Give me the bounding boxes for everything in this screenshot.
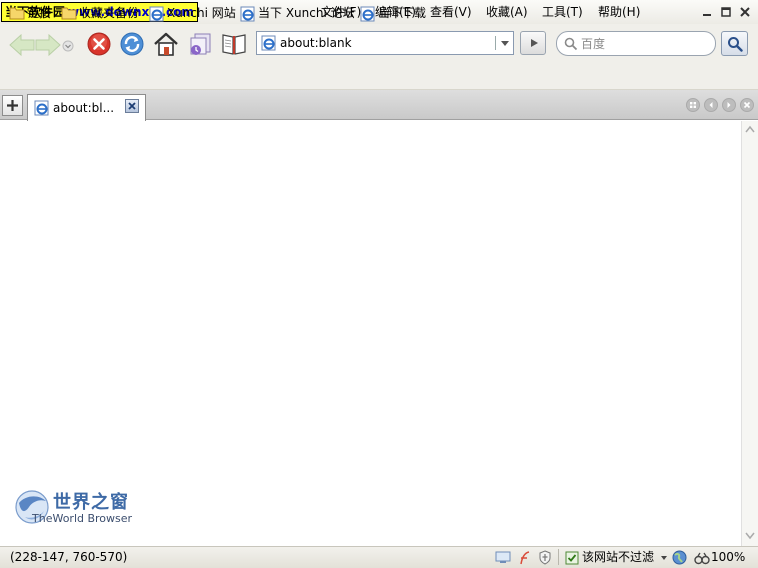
close-all-tabs-button[interactable]	[740, 98, 754, 112]
tab-scroll-left-button[interactable]	[704, 98, 718, 112]
search-icon	[564, 37, 578, 51]
tab-scroll-right-button[interactable]	[722, 98, 736, 112]
tab-close-button[interactable]	[125, 99, 139, 113]
screen-icon[interactable]	[495, 551, 511, 564]
shield-icon[interactable]	[538, 550, 552, 565]
forward-arrow-icon[interactable]	[34, 33, 62, 57]
play-arrow-icon	[531, 39, 538, 47]
bookmark-label: 当下 Xunchi 论坛	[258, 6, 355, 20]
new-tab-button[interactable]	[2, 95, 23, 116]
ad-filter-shield-icon[interactable]	[565, 551, 579, 565]
search-box[interactable]	[556, 31, 716, 56]
page-content[interactable]	[0, 121, 741, 546]
globe-icon[interactable]	[672, 550, 687, 565]
favorites-book-icon[interactable]	[220, 31, 248, 57]
go-button[interactable]	[520, 31, 546, 55]
search-input[interactable]	[581, 35, 706, 52]
ie-page-icon	[34, 100, 49, 116]
back-arrow-icon[interactable]	[8, 33, 36, 57]
filter-status-dropdown[interactable]: 该网站不过滤	[582, 550, 668, 564]
chevron-down-icon	[660, 555, 667, 560]
folder-icon	[61, 7, 77, 20]
history-dropdown-icon[interactable]	[62, 40, 74, 52]
ie-page-icon	[360, 6, 375, 22]
menu-view[interactable]: 查看(V)	[430, 4, 472, 20]
close-icon	[128, 102, 136, 110]
magnifier-icon	[728, 37, 743, 52]
bookmark-label: 链接	[27, 6, 52, 20]
close-icon	[743, 101, 751, 109]
menu-tools[interactable]: 工具(T)	[542, 4, 583, 20]
logo-title: 世界之窗	[53, 492, 129, 513]
status-coordinates: (228-147, 760-570)	[10, 550, 128, 564]
chevron-left-icon	[709, 102, 713, 108]
maximize-button[interactable]	[719, 5, 733, 19]
tab-list-button[interactable]	[686, 98, 700, 112]
address-bar[interactable]: about:blank	[256, 31, 514, 55]
plus-icon	[7, 100, 18, 111]
ie-page-icon	[149, 6, 164, 22]
logo-subtitle: TheWorld Browser	[32, 512, 133, 525]
zoom-binoculars-icon[interactable]	[694, 551, 710, 565]
status-separator	[558, 549, 559, 565]
scroll-down-arrow-icon[interactable]	[745, 532, 755, 540]
chevron-right-icon	[727, 102, 731, 108]
ie-page-icon	[240, 6, 255, 22]
grid-icon	[690, 102, 696, 108]
chevron-down-icon[interactable]	[500, 40, 510, 48]
bookmarks-bar	[0, 64, 758, 90]
bookmark-label: 当下下载	[378, 6, 427, 20]
tab-label: about:bl...	[53, 101, 115, 115]
address-separator	[495, 36, 496, 50]
address-url: about:blank	[280, 36, 352, 50]
home-icon[interactable]	[152, 31, 180, 57]
history-panel-icon[interactable]	[187, 31, 213, 57]
folder-icon	[9, 7, 25, 20]
flash-icon[interactable]	[517, 550, 531, 565]
bookmark-label: Xunchi 网站	[167, 6, 236, 20]
scroll-up-arrow-icon[interactable]	[745, 125, 755, 133]
minimize-button[interactable]	[700, 5, 714, 19]
refresh-icon[interactable]	[119, 31, 145, 57]
search-button[interactable]	[721, 31, 748, 56]
vertical-scrollbar[interactable]	[741, 121, 758, 546]
menu-help[interactable]: 帮助(H)	[598, 4, 640, 20]
bookmark-label: 收藏夹备份	[79, 6, 140, 20]
filter-status-label: 该网站不过滤	[582, 550, 655, 564]
zoom-level[interactable]: 100%	[711, 550, 745, 564]
menu-favorites[interactable]: 收藏(A)	[486, 4, 528, 20]
stop-icon[interactable]	[86, 31, 112, 57]
close-window-button[interactable]	[738, 5, 752, 19]
ie-page-icon	[261, 35, 276, 51]
